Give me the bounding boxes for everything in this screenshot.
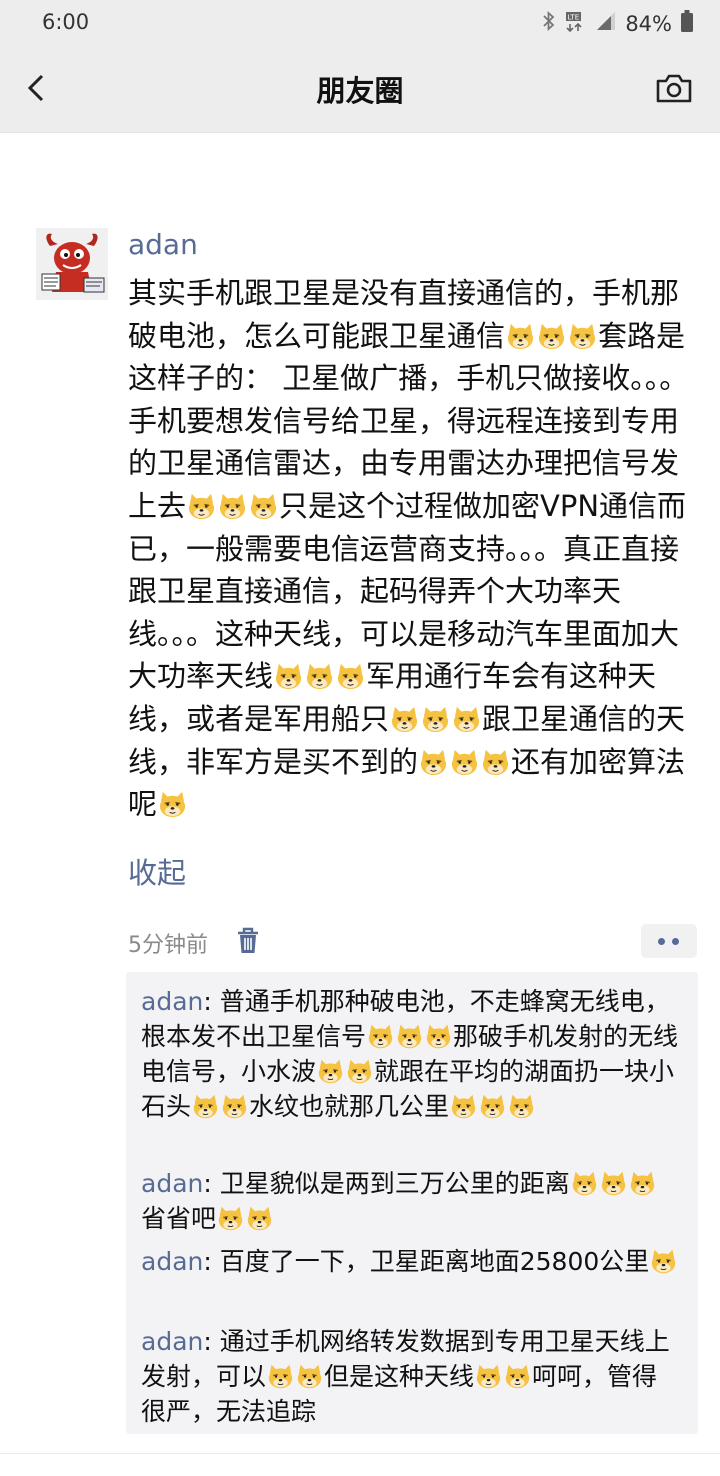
doge-emoji-icon <box>508 1093 535 1120</box>
comment-author[interactable]: adan <box>141 987 203 1016</box>
more-dot-icon <box>658 938 665 945</box>
comment-text: 百度了一下，卫星距离地面25800公里 <box>220 1247 679 1276</box>
doge-emoji-icon <box>396 1023 423 1050</box>
text-segment: 但是这种天线 <box>324 1362 475 1391</box>
doge-emoji-icon <box>419 746 448 775</box>
comment-item: adan: 普通手机那种破电池，不走蜂窝无线电，根本发不出卫星信号 那破手机发射的… <box>141 984 681 1124</box>
doge-emoji-icon <box>346 1058 373 1085</box>
post-body: 其实手机跟卫星是没有直接通信的，手机那破电池，怎么可能跟卫星通信 套路是这样子的：… <box>128 272 698 826</box>
text-segment: 卫星貌似是两到三万公里的距离 <box>219 1169 570 1198</box>
battery-percent: 84% <box>625 11 672 36</box>
doge-emoji-icon <box>506 320 535 349</box>
comment-box: adan: 普通手机那种破电池，不走蜂窝无线电，根本发不出卫星信号 那破手机发射的… <box>126 972 698 1434</box>
bluetooth-icon <box>541 9 557 38</box>
doge-emoji-icon <box>481 746 510 775</box>
comment-item: adan: 卫星貌似是两到三万公里的距离省省吧 <box>141 1166 681 1236</box>
delete-button[interactable] <box>234 926 262 956</box>
status-bar: 6:00 LTE 84% <box>0 0 720 46</box>
comment-item: adan: 百度了一下，卫星距离地面25800公里 <box>141 1244 681 1279</box>
doge-emoji-icon <box>267 1363 294 1390</box>
doge-emoji-icon <box>600 1170 627 1197</box>
doge-emoji-icon <box>305 660 334 690</box>
post-author[interactable]: adan <box>128 228 198 261</box>
avatar[interactable] <box>36 228 108 300</box>
doge-emoji-icon <box>450 746 479 775</box>
doge-emoji-icon <box>317 1058 344 1085</box>
status-icons: LTE 84% <box>541 9 694 38</box>
lte-icon: LTE <box>565 9 587 38</box>
comment-author[interactable]: adan <box>141 1169 203 1198</box>
more-dot-icon <box>672 938 679 945</box>
doge-emoji-icon <box>425 1023 452 1050</box>
doge-emoji-icon <box>336 660 365 690</box>
doge-emoji-icon <box>421 703 450 733</box>
doge-emoji-icon <box>571 1170 598 1197</box>
svg-text:LTE: LTE <box>568 14 580 22</box>
comment-author[interactable]: adan <box>141 1327 203 1356</box>
trash-icon <box>238 927 258 953</box>
post-time: 5分钟前 <box>128 933 208 958</box>
doge-emoji-icon <box>274 660 303 690</box>
doge-emoji-icon <box>568 320 597 349</box>
comment-text: 通过手机网络转发数据到专用卫星天线上发射，可以 但是这种天线 呵呵，管得很严，无法追… <box>141 1327 670 1426</box>
doge-emoji-icon <box>452 703 481 733</box>
doge-emoji-icon <box>367 1023 394 1050</box>
divider <box>0 1453 720 1454</box>
doge-emoji-icon <box>187 490 216 520</box>
doge-emoji-icon <box>158 788 187 818</box>
comment-separator: : <box>203 987 220 1016</box>
signal-icon <box>595 10 617 37</box>
camera-button[interactable] <box>654 68 694 108</box>
doge-emoji-icon <box>218 490 247 520</box>
comment-separator: : <box>203 1327 220 1356</box>
doge-emoji-icon <box>475 1363 502 1390</box>
doge-emoji-icon <box>537 320 566 349</box>
status-time: 6:00 <box>42 10 90 34</box>
doge-emoji-icon <box>650 1248 677 1275</box>
collapse-link[interactable]: 收起 <box>128 850 186 892</box>
camera-icon <box>656 74 692 103</box>
doge-emoji-icon <box>296 1363 323 1390</box>
comment-separator: : <box>203 1247 220 1276</box>
more-actions-button[interactable] <box>641 924 697 958</box>
nav-bar: 朋友圈 <box>0 46 720 133</box>
doge-emoji-icon <box>450 1093 477 1120</box>
comment-author[interactable]: adan <box>141 1247 203 1276</box>
doge-emoji-icon <box>217 1205 244 1232</box>
comment-item: adan: 通过手机网络转发数据到专用卫星天线上发射，可以 但是这种天线 呵呵，管得… <box>141 1324 681 1429</box>
page-title: 朋友圈 <box>316 74 404 108</box>
text-segment: 省省吧 <box>141 1204 217 1233</box>
doge-emoji-icon <box>246 1205 273 1232</box>
text-segment: 水纹也就那几公里 <box>249 1092 450 1121</box>
comment-text: 普通手机那种破电池，不走蜂窝无线电，根本发不出卫星信号 那破手机发射的无线电信号，… <box>141 987 678 1121</box>
doge-emoji-icon <box>192 1093 219 1120</box>
doge-emoji-icon <box>629 1170 656 1197</box>
battery-icon <box>680 9 694 38</box>
doge-emoji-icon <box>221 1093 248 1120</box>
doge-emoji-icon <box>479 1093 506 1120</box>
text-segment: 百度了一下，卫星距离地面25800公里 <box>219 1247 650 1276</box>
doge-emoji-icon <box>390 703 419 733</box>
doge-emoji-icon <box>249 490 278 520</box>
doge-emoji-icon <box>504 1363 531 1390</box>
comment-separator: : <box>203 1169 220 1198</box>
